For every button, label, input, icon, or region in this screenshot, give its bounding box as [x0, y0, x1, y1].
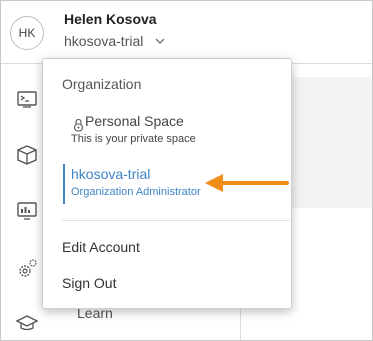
edit-account-button[interactable]: Edit Account: [62, 239, 140, 255]
arrow-annotation-icon: [205, 174, 289, 192]
top-header: HK Helen Kosova hkosova-trial: [1, 1, 372, 64]
dropdown-heading: Organization: [62, 76, 142, 92]
org-switcher[interactable]: hkosova-trial: [64, 31, 167, 51]
org-dropdown-menu: Organization Personal Space This is your…: [42, 58, 292, 309]
org-option-role: Organization Administrator: [71, 186, 201, 198]
chevron-down-icon: [155, 38, 165, 44]
box-icon[interactable]: [15, 143, 39, 167]
user-name: Helen Kosova: [64, 11, 157, 27]
app-window: HK Helen Kosova hkosova-trial Learn Orga…: [0, 0, 373, 341]
gears-icon[interactable]: [15, 257, 39, 281]
menu-divider: [62, 220, 290, 221]
org-option-hkosova-trial[interactable]: hkosova-trial: [71, 166, 150, 182]
personal-space-option[interactable]: Personal Space: [85, 113, 184, 129]
lock-icon: [73, 118, 84, 132]
active-indicator: [63, 164, 65, 204]
avatar[interactable]: HK: [10, 16, 44, 50]
sign-out-button[interactable]: Sign Out: [62, 275, 116, 291]
terminal-icon[interactable]: [15, 87, 39, 111]
org-switcher-label: hkosova-trial: [64, 33, 144, 49]
graduation-cap-icon[interactable]: [15, 311, 39, 335]
monitor-chart-icon[interactable]: [15, 199, 39, 223]
personal-space-subtitle: This is your private space: [71, 133, 196, 145]
